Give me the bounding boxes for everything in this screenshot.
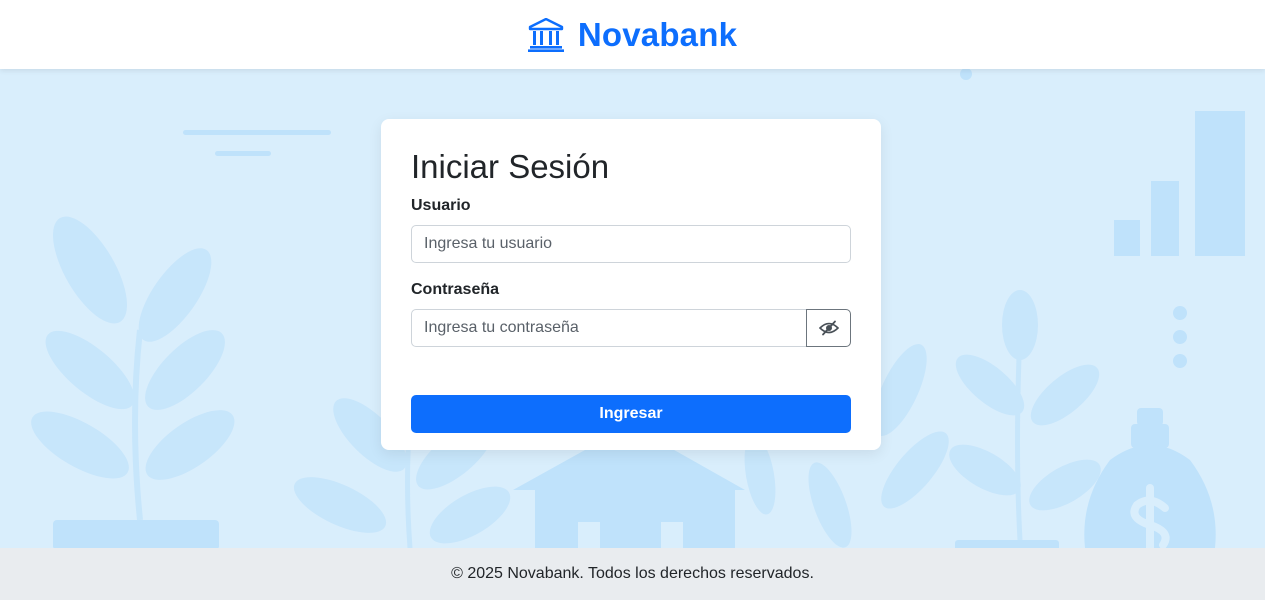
footer-copyright: © 2025 Novabank. Todos los derechos rese…	[451, 565, 814, 582]
bank-building-icon	[527, 17, 564, 52]
login-title: Iniciar Sesión	[411, 148, 610, 185]
username-label: Usuario	[411, 197, 471, 214]
password-label: Contraseña	[411, 281, 500, 298]
brand-name: Novabank	[577, 15, 738, 53]
login-submit-button[interactable]: Ingresar	[411, 395, 851, 433]
username-input[interactable]	[411, 225, 851, 263]
password-group: Contraseña	[411, 281, 851, 347]
eye-slash-icon	[818, 320, 839, 336]
brand-link[interactable]: Novabank	[527, 15, 738, 54]
toggle-password-button[interactable]	[806, 309, 851, 347]
password-input[interactable]	[411, 309, 807, 347]
username-group: Usuario	[411, 197, 851, 263]
login-card: Iniciar Sesión Usuario Contraseña Ingres…	[381, 119, 881, 450]
top-navbar: Novabank	[0, 0, 1265, 69]
password-row	[411, 309, 851, 347]
page-footer: © 2025 Novabank. Todos los derechos rese…	[0, 548, 1265, 600]
